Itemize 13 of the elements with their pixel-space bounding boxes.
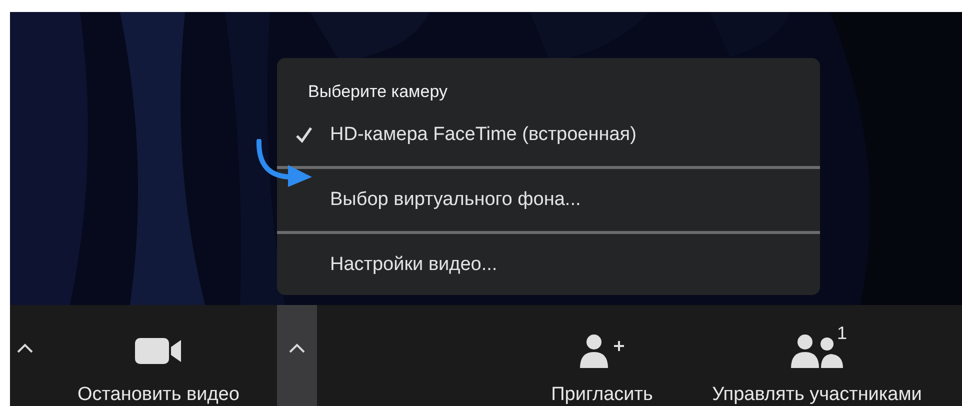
caret-button[interactable] xyxy=(277,305,317,406)
toolbar-button[interactable]: Пригласить xyxy=(532,305,672,406)
menu-item[interactable]: Выбор виртуального фона... xyxy=(277,169,820,231)
add-person-icon xyxy=(580,334,624,368)
menu-heading: Выберите камеру xyxy=(307,81,448,103)
caret-icon xyxy=(288,343,306,354)
caret-icon xyxy=(16,343,34,354)
toolbar-button[interactable]: 1 Управлять участниками xyxy=(672,305,962,406)
menu-item[interactable]: Настройки видео... xyxy=(277,234,820,296)
video-camera-icon xyxy=(134,338,182,364)
toolbar-button[interactable]: Остановить видео xyxy=(40,305,277,406)
participant-count: 1 xyxy=(837,323,848,344)
menu-item[interactable]: HD-камера FaceTime (встроенная) xyxy=(277,104,820,166)
